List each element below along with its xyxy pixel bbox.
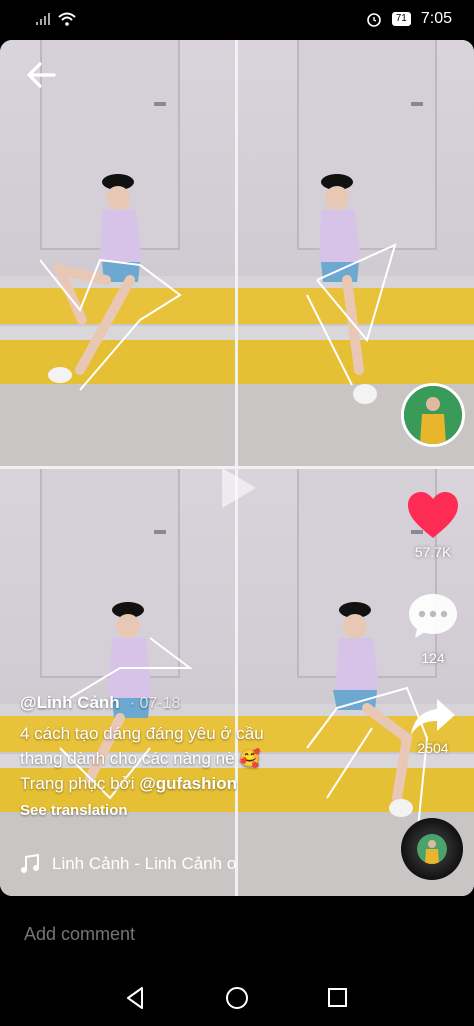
description-line-1: 4 cách tạo dáng đáng yêu ở cầu — [20, 724, 264, 743]
model-figure — [40, 174, 182, 391]
nav-back-icon[interactable] — [124, 986, 148, 1010]
battery-indicator: 71 — [391, 12, 411, 26]
signal-icon — [36, 13, 50, 25]
description-line-3: Trang phục bởi @gufashion — [20, 771, 400, 796]
avatar-image — [404, 386, 462, 444]
nav-recent-apps-icon[interactable] — [328, 988, 347, 1007]
music-title: Linh Cảnh - Linh Cảnh o — [52, 854, 237, 873]
alarm-icon — [366, 13, 381, 27]
status-time: 7:05 — [420, 10, 452, 27]
video-caption: @Linh Cảnh · 07-18 4 cách tạo dáng đáng … — [20, 693, 400, 819]
description-line-2: thang dành cho các nàng nè 🥰 — [20, 749, 261, 768]
see-translation-link[interactable]: See translation — [20, 802, 400, 819]
model-figure — [306, 174, 397, 404]
music-row[interactable]: Linh Cảnh - Linh Cảnh o — [20, 854, 292, 874]
description-prefix: Trang phục bởi — [20, 774, 140, 793]
comment-icon[interactable] — [407, 592, 459, 640]
heart-icon[interactable] — [406, 490, 460, 540]
status-bar: 71 7:05 — [0, 0, 474, 40]
back-arrow-icon[interactable] — [24, 58, 58, 92]
comment-bar — [0, 896, 474, 970]
like-count: 57.7K — [414, 544, 452, 560]
video-panel-1 — [0, 40, 237, 468]
share-count: 2504 — [417, 740, 449, 756]
mention-tag[interactable]: @gufashion — [139, 774, 237, 793]
creator-avatar[interactable] — [401, 383, 465, 447]
system-nav-bar — [0, 970, 474, 1026]
music-disc[interactable] — [401, 818, 463, 880]
status-right: 71 7:05 — [366, 10, 452, 28]
post-date: · 07-18 — [129, 695, 181, 712]
status-left — [36, 12, 76, 26]
wifi-icon — [58, 12, 76, 26]
music-note-icon — [21, 854, 39, 873]
music-disc-cover — [417, 834, 447, 864]
nav-home-icon[interactable] — [226, 987, 248, 1009]
play-icon[interactable] — [218, 466, 258, 510]
video-description: 4 cách tạo dáng đáng yêu ở cầu thang dàn… — [20, 721, 400, 796]
share-icon[interactable] — [409, 697, 457, 737]
add-comment-input[interactable] — [24, 924, 256, 945]
comment-count: 124 — [421, 650, 445, 666]
video-panel-3 — [0, 468, 237, 896]
author-name[interactable]: @Linh Cảnh — [20, 693, 120, 713]
author-line: @Linh Cảnh · 07-18 — [20, 693, 400, 713]
